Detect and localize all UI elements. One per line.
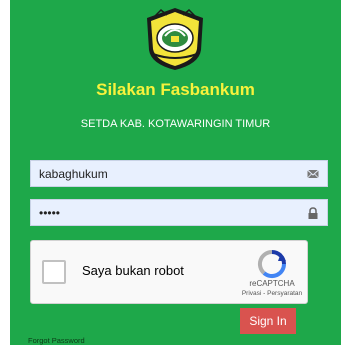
envelope-icon (307, 169, 319, 179)
recaptcha-label: Saya bukan robot (82, 263, 184, 278)
recaptcha-privacy-links[interactable]: Privasi - Persyaratan (227, 290, 317, 297)
page-title: Silakan Fasbankum (96, 80, 255, 99)
login-panel: Silakan Fasbankum SETDA KAB. KOTAWARINGI… (10, 0, 341, 345)
regency-emblem-logo (147, 8, 203, 70)
recaptcha-logo-icon (257, 249, 287, 279)
username-field[interactable] (30, 160, 328, 187)
lock-icon (308, 207, 318, 219)
username-input[interactable] (31, 161, 317, 186)
recaptcha-widget: Saya bukan robot reCAPTCHA Privasi - Per… (30, 240, 308, 304)
page-subtitle: SETDA KAB. KOTAWARINGIN TIMUR (80, 118, 271, 130)
recaptcha-brand: reCAPTCHA (249, 279, 295, 288)
password-input[interactable] (31, 200, 317, 225)
sign-in-button[interactable]: Sign In (240, 308, 296, 334)
password-field[interactable] (30, 199, 328, 226)
recaptcha-checkbox[interactable] (42, 260, 66, 284)
forgot-password-link[interactable]: Forgot Password (28, 336, 85, 345)
